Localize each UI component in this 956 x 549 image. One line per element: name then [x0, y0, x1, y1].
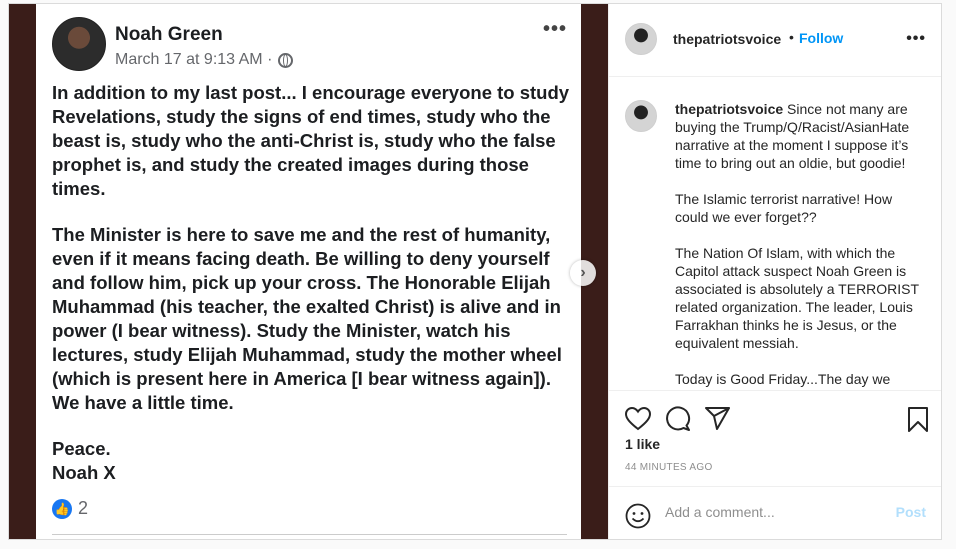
caption-paragraph: Today is Good Friday...The day we: [675, 371, 891, 387]
fb-reactions: 👍 2: [52, 498, 88, 519]
post-side-panel: thepatriotsvoice • Follow ••• thepatriot…: [608, 4, 941, 539]
fb-signoff-line: Peace.: [52, 438, 111, 459]
heart-icon[interactable]: [625, 407, 651, 431]
fb-timestamp-text: March 17 at 9:13 AM ·: [115, 51, 273, 68]
fb-avatar: [52, 17, 106, 71]
more-options-icon: •••: [542, 18, 567, 40]
more-options-icon[interactable]: •••: [906, 30, 926, 48]
separator-dot: •: [789, 29, 794, 45]
share-icon[interactable]: [705, 407, 731, 431]
bookmark-icon[interactable]: [907, 407, 929, 433]
caption-area[interactable]: thepatriotsvoice Since not many are buyi…: [609, 77, 941, 390]
caption-paragraph: The Nation Of Islam, with which the Capi…: [675, 245, 919, 351]
likes-count[interactable]: 1 like: [625, 436, 660, 452]
carousel-next-button[interactable]: ›: [570, 260, 596, 286]
action-bar: [609, 390, 941, 432]
fb-author-name: Noah Green: [115, 24, 223, 45]
globe-icon: [278, 52, 294, 68]
comment-icon[interactable]: [665, 406, 691, 432]
fb-timestamp: March 17 at 9:13 AM ·: [115, 51, 294, 69]
post-header: thepatriotsvoice • Follow •••: [609, 4, 941, 77]
divider: [52, 534, 567, 535]
comment-bar: Add a comment... Post: [609, 486, 941, 539]
fb-like-count: 2: [78, 498, 89, 518]
comment-input[interactable]: Add a comment...: [665, 504, 775, 520]
post-media[interactable]: Noah Green March 17 at 9:13 AM · ••• In …: [9, 4, 608, 539]
fb-paragraph: The Minister is here to save me and the …: [52, 224, 562, 413]
caption-text: thepatriotsvoice Since not many are buyi…: [675, 100, 929, 390]
caption-paragraph: The Islamic terrorist narrative! How cou…: [675, 191, 893, 225]
fb-post-body: In addition to my last post... I encoura…: [52, 81, 572, 485]
fb-paragraph: In addition to my last post... I encoura…: [52, 82, 570, 199]
caption-avatar[interactable]: [625, 100, 657, 132]
caption-username[interactable]: thepatriotsvoice: [675, 101, 783, 117]
post-comment-button[interactable]: Post: [896, 504, 926, 520]
header-username[interactable]: thepatriotsvoice: [673, 31, 781, 47]
post-time[interactable]: 44 MINUTES AGO: [625, 462, 713, 473]
emoji-icon[interactable]: [625, 503, 651, 529]
facebook-post-screenshot: Noah Green March 17 at 9:13 AM · ••• In …: [36, 4, 581, 539]
fb-signoff-name: Noah X: [52, 462, 116, 483]
instagram-post: Noah Green March 17 at 9:13 AM · ••• In …: [8, 3, 942, 540]
profile-avatar[interactable]: [625, 23, 657, 55]
thumbs-up-icon: 👍: [52, 498, 72, 519]
follow-button[interactable]: Follow: [799, 30, 843, 46]
